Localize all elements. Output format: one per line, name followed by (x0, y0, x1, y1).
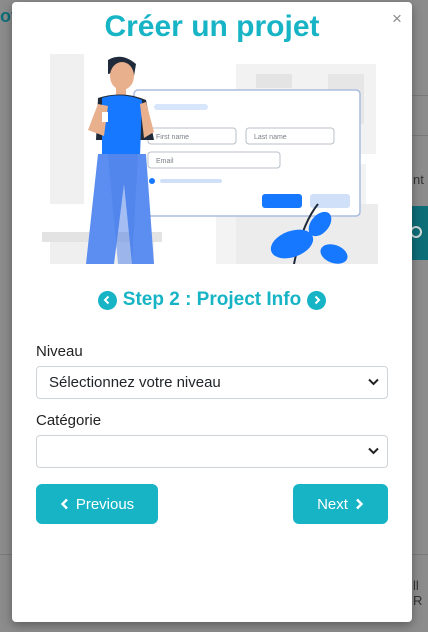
first-name-text: First name (156, 134, 189, 141)
last-name-text: Last name (254, 134, 287, 141)
background-text-fragment: nt (413, 172, 424, 187)
project-illustration: First name Last name Email (36, 54, 378, 264)
chevron-right-circle-icon[interactable] (307, 290, 327, 310)
step-indicator: Step 2 : Project Info (12, 289, 412, 311)
create-project-modal: × Créer un projet First name Last name E… (12, 2, 412, 622)
previous-button[interactable]: Previous (36, 484, 158, 524)
background-text-fragment: ll R (413, 578, 423, 608)
chevron-left-circle-icon[interactable] (97, 290, 117, 310)
categorie-select[interactable] (36, 435, 388, 468)
chevron-down-icon (368, 378, 379, 386)
niveau-label: Niveau (36, 343, 83, 360)
modal-title: Créer un projet (104, 10, 320, 43)
next-button[interactable]: Next (293, 484, 388, 524)
step-label: Step 2 : Project Info (122, 289, 302, 310)
background-divider (412, 135, 428, 136)
previous-button-label: Previous (75, 495, 135, 513)
niveau-select[interactable]: Sélectionnez votre niveau (36, 366, 388, 399)
next-button-label: Next (317, 495, 348, 513)
categorie-label: Catégorie (36, 412, 102, 429)
chevron-down-icon (368, 447, 379, 455)
illustration-graphic: First name Last name Email (36, 54, 378, 264)
niveau-select-value: Sélectionnez votre niveau (49, 374, 221, 391)
email-text: Email (156, 158, 174, 165)
background-divider (412, 95, 428, 96)
chevron-left-icon (60, 498, 68, 510)
chevron-right-icon (356, 498, 364, 510)
